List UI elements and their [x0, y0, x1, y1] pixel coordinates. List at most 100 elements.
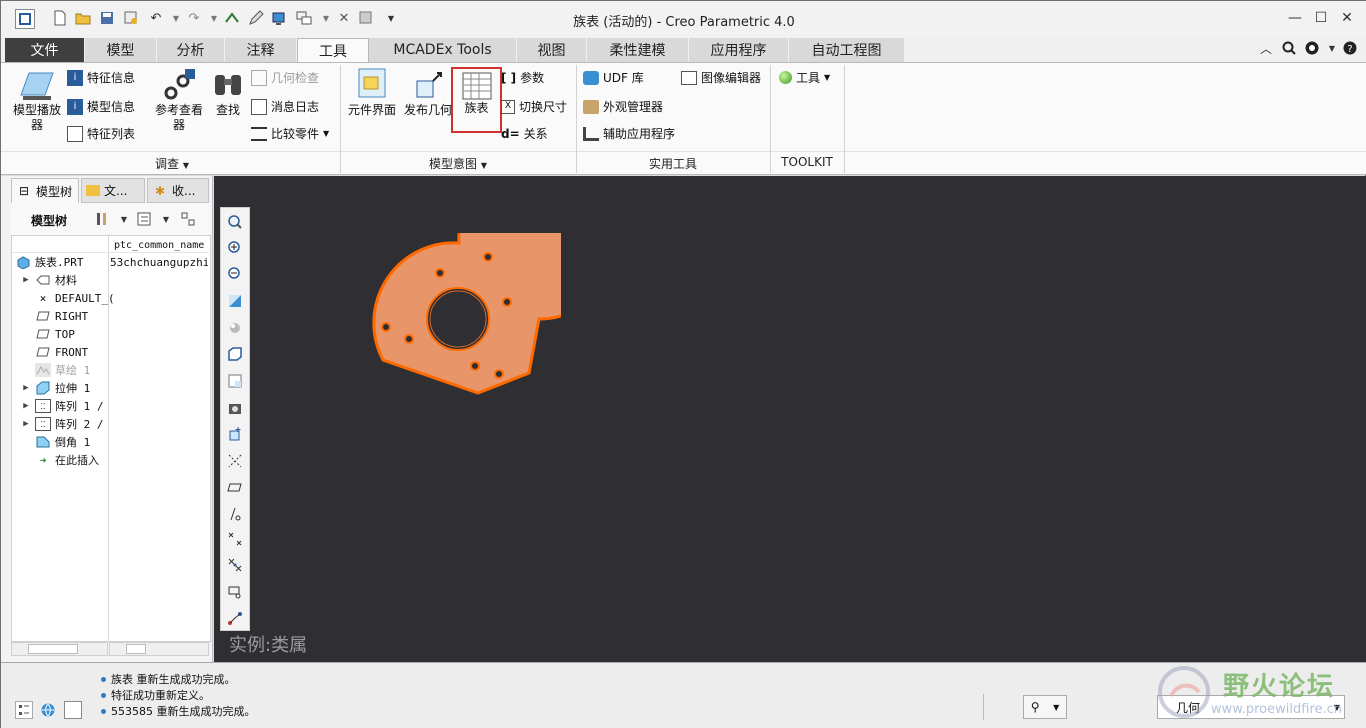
expand-arrow-icon[interactable]: ▶ — [21, 383, 31, 393]
message-log-button[interactable]: 消息日志 — [251, 98, 319, 115]
csys-display-icon[interactable] — [224, 528, 246, 550]
tree-settings-icon[interactable] — [93, 210, 111, 228]
appearance-manager-button[interactable]: 外观管理器 — [583, 98, 663, 115]
community-icon[interactable] — [1303, 39, 1321, 57]
tab-model-tree-label: 模型树 — [36, 184, 73, 199]
close-button[interactable]: ✕ — [1334, 7, 1360, 29]
axis-display-icon[interactable] — [224, 477, 246, 499]
investigate-group-label[interactable]: 调查 ▼ — [5, 155, 339, 171]
annotations-toggle-icon[interactable] — [224, 581, 246, 603]
tree-row-extrude[interactable]: ▶ 拉伸 1 — [21, 379, 90, 397]
refit-icon[interactable] — [224, 211, 246, 233]
tab-model-tree[interactable]: ⊟ 模型树 — [11, 178, 79, 203]
dynamic-view-icon[interactable] — [224, 607, 246, 629]
tree-item-label: 材料 — [55, 274, 77, 287]
tree-row-front-plane[interactable]: FRONT — [35, 343, 88, 361]
model-intent-group-label[interactable]: 模型意图 ▼ — [341, 155, 575, 171]
tree-row-sketch[interactable]: 草绘 1 — [35, 361, 90, 379]
tree-show-icon[interactable] — [135, 210, 153, 228]
parameters-button[interactable]: [ ] 参数 — [501, 69, 544, 86]
tree-row-top-plane[interactable]: TOP — [35, 325, 75, 343]
annotation-display-icon[interactable] — [224, 423, 246, 445]
model-info-button[interactable]: i 模型信息 — [67, 98, 135, 115]
tab-flexible-modeling[interactable]: 柔性建模 — [587, 38, 689, 62]
tab-auto-drawing[interactable]: 自动工程图 — [789, 38, 905, 62]
reference-viewer-button[interactable]: 参考查看器 — [151, 67, 207, 133]
reference-viewer-label: 参考查看器 — [154, 103, 203, 132]
expand-arrow-icon[interactable]: ▶ — [21, 419, 31, 429]
toggle-navigator-icon[interactable] — [15, 701, 33, 719]
collapse-ribbon-icon[interactable]: ︿ — [1257, 39, 1275, 57]
saved-orientations-icon[interactable] — [224, 343, 246, 365]
tree-row-root[interactable]: 族表.PRT — [15, 253, 84, 271]
browser-icon[interactable] — [39, 701, 57, 719]
feature-info-button[interactable]: i 特征信息 — [67, 69, 135, 86]
family-table-button[interactable]: 族表 — [451, 67, 502, 133]
horizontal-scrollbar-left[interactable] — [11, 642, 108, 656]
tree-row-insert-here[interactable]: ➜ 在此插入 — [35, 451, 99, 469]
part-model[interactable] — [361, 233, 561, 408]
maximize-button[interactable]: ☐ — [1308, 7, 1334, 29]
publish-geometry-button[interactable]: 发布几何 — [401, 67, 455, 118]
perspective-view-icon[interactable] — [224, 397, 246, 419]
family-table-label: 族表 — [464, 101, 489, 115]
find-button[interactable]: 查找 — [209, 67, 247, 118]
community-dropdown-icon[interactable]: ▼ — [1323, 39, 1341, 57]
appearance-manager-label: 外观管理器 — [603, 100, 664, 114]
relations-button[interactable]: d= 关系 — [501, 125, 548, 142]
tree-row-pattern-2[interactable]: ▶ ⁚⁚ 阵列 2 / — [21, 415, 104, 433]
image-editor-label: 图像编辑器 — [701, 71, 762, 85]
zoom-in-icon[interactable] — [224, 237, 246, 259]
zoom-out-icon[interactable] — [224, 263, 246, 285]
expand-arrow-icon[interactable]: ▶ — [21, 401, 31, 411]
view-manager-icon[interactable] — [224, 370, 246, 392]
feature-list-button[interactable]: 特征列表 — [67, 125, 135, 142]
tree-row-chamfer[interactable]: 倒角 1 — [35, 433, 90, 451]
geometry-check-button[interactable]: 几何检查 — [251, 69, 319, 86]
tree-row-right-plane[interactable]: RIGHT — [35, 307, 88, 325]
tab-tools[interactable]: 工具 — [297, 38, 369, 63]
switch-dimensions-button[interactable]: X 切换尺寸 — [501, 98, 567, 115]
status-message: 特征成功重新定义。 — [101, 687, 210, 703]
tree-filter-icon[interactable] — [179, 210, 197, 228]
model-player-button[interactable]: 模型播放器 — [9, 67, 65, 133]
plane-display-icon[interactable] — [224, 450, 246, 472]
tree-row-material[interactable]: ▶ 材料 — [21, 271, 77, 289]
bullet-icon — [101, 708, 106, 714]
toolkit-tools-button[interactable]: 工具 ▼ — [779, 69, 830, 86]
group-separator — [844, 65, 845, 173]
full-screen-icon[interactable] — [64, 701, 82, 719]
tab-annotate[interactable]: 注释 — [225, 38, 297, 62]
udf-library-button[interactable]: UDF 库 — [583, 69, 644, 86]
tree-row-default-csys[interactable]: ⨯ DEFAULT_( — [35, 289, 115, 307]
tab-file[interactable]: 文件 — [5, 38, 85, 62]
selection-filter-select[interactable]: 几何 ▼ — [1157, 695, 1345, 719]
tree-show-dropdown-icon[interactable]: ▼ — [157, 210, 175, 228]
tab-mcadex-tools[interactable]: MCADEx Tools — [369, 38, 517, 62]
column-header[interactable]: ptc_common_name — [114, 240, 204, 251]
tab-analysis[interactable]: 分析 — [157, 38, 225, 62]
point-display-icon[interactable] — [224, 503, 246, 525]
pattern-icon: ⁚⁚ — [35, 417, 51, 431]
spin-center-icon[interactable] — [224, 554, 246, 576]
tree-item-label: FRONT — [55, 345, 89, 359]
tree-settings-dropdown-icon[interactable]: ▼ — [115, 210, 133, 228]
tab-favorites[interactable]: ✱ 收... — [147, 178, 209, 203]
image-editor-button[interactable]: 图像编辑器 — [681, 69, 761, 86]
tab-model[interactable]: 模型 — [85, 38, 157, 62]
horizontal-scrollbar-right[interactable] — [109, 642, 209, 656]
auxiliary-apps-button[interactable]: 辅助应用程序 — [583, 125, 675, 142]
minimize-button[interactable]: — — [1282, 7, 1308, 29]
search-icon[interactable] — [1280, 39, 1298, 57]
repaint-icon[interactable] — [224, 290, 246, 312]
help-icon[interactable]: ? — [1341, 39, 1359, 57]
component-interface-button[interactable]: 元件界面 — [345, 67, 399, 118]
display-style-icon[interactable] — [224, 316, 246, 338]
tab-view[interactable]: 视图 — [517, 38, 587, 62]
tree-row-pattern-1[interactable]: ▶ ⁚⁚ 阵列 1 / — [21, 397, 104, 415]
expand-arrow-icon[interactable]: ▶ — [21, 275, 31, 285]
selection-filter-toggle[interactable]: ⚲ ▼ — [1023, 695, 1067, 719]
compare-part-button[interactable]: 比较零件 ▼ — [251, 125, 329, 142]
tab-folder-browser[interactable]: 文... — [81, 178, 145, 203]
tab-applications[interactable]: 应用程序 — [689, 38, 789, 62]
